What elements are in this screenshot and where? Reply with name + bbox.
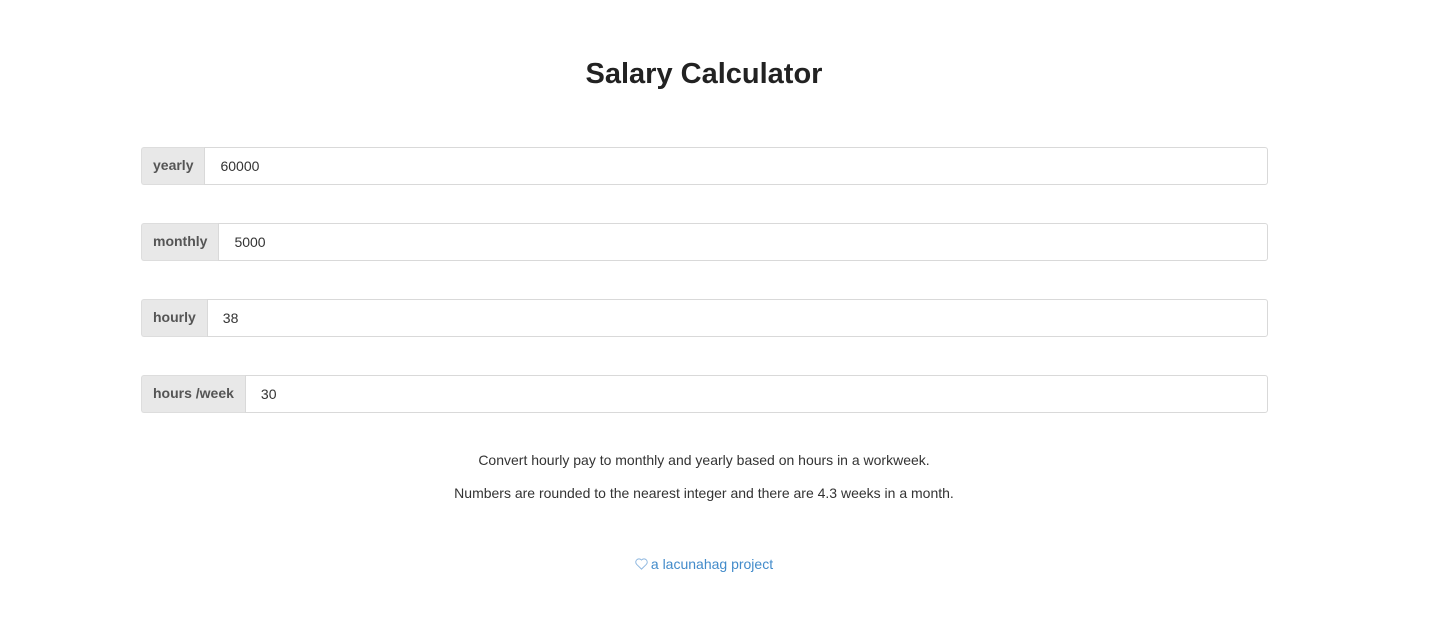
hours-per-week-field: hours /week <box>141 375 1268 413</box>
yearly-label: yearly <box>141 147 205 185</box>
heart-icon <box>635 557 648 573</box>
description-line-1: Convert hourly pay to monthly and yearly… <box>478 452 930 468</box>
hourly-input[interactable] <box>206 299 1268 337</box>
monthly-field: monthly <box>141 223 1268 261</box>
footer: a lacunahag project <box>0 556 1408 573</box>
hourly-label: hourly <box>141 299 207 337</box>
yearly-input[interactable] <box>204 147 1268 185</box>
hours-per-week-label: hours /week <box>141 375 245 413</box>
project-link-text: a lacunahag project <box>650 556 774 572</box>
project-link[interactable]: a lacunahag project <box>635 556 773 572</box>
page: Salary Calculator yearly monthly hourly … <box>0 0 1441 630</box>
description-line-2: Numbers are rounded to the nearest integ… <box>454 485 954 501</box>
yearly-field: yearly <box>141 147 1268 185</box>
monthly-input[interactable] <box>218 223 1268 261</box>
monthly-label: monthly <box>141 223 219 261</box>
hourly-field: hourly <box>141 299 1268 337</box>
hours-per-week-input[interactable] <box>244 375 1268 413</box>
page-title: Salary Calculator <box>585 58 823 90</box>
